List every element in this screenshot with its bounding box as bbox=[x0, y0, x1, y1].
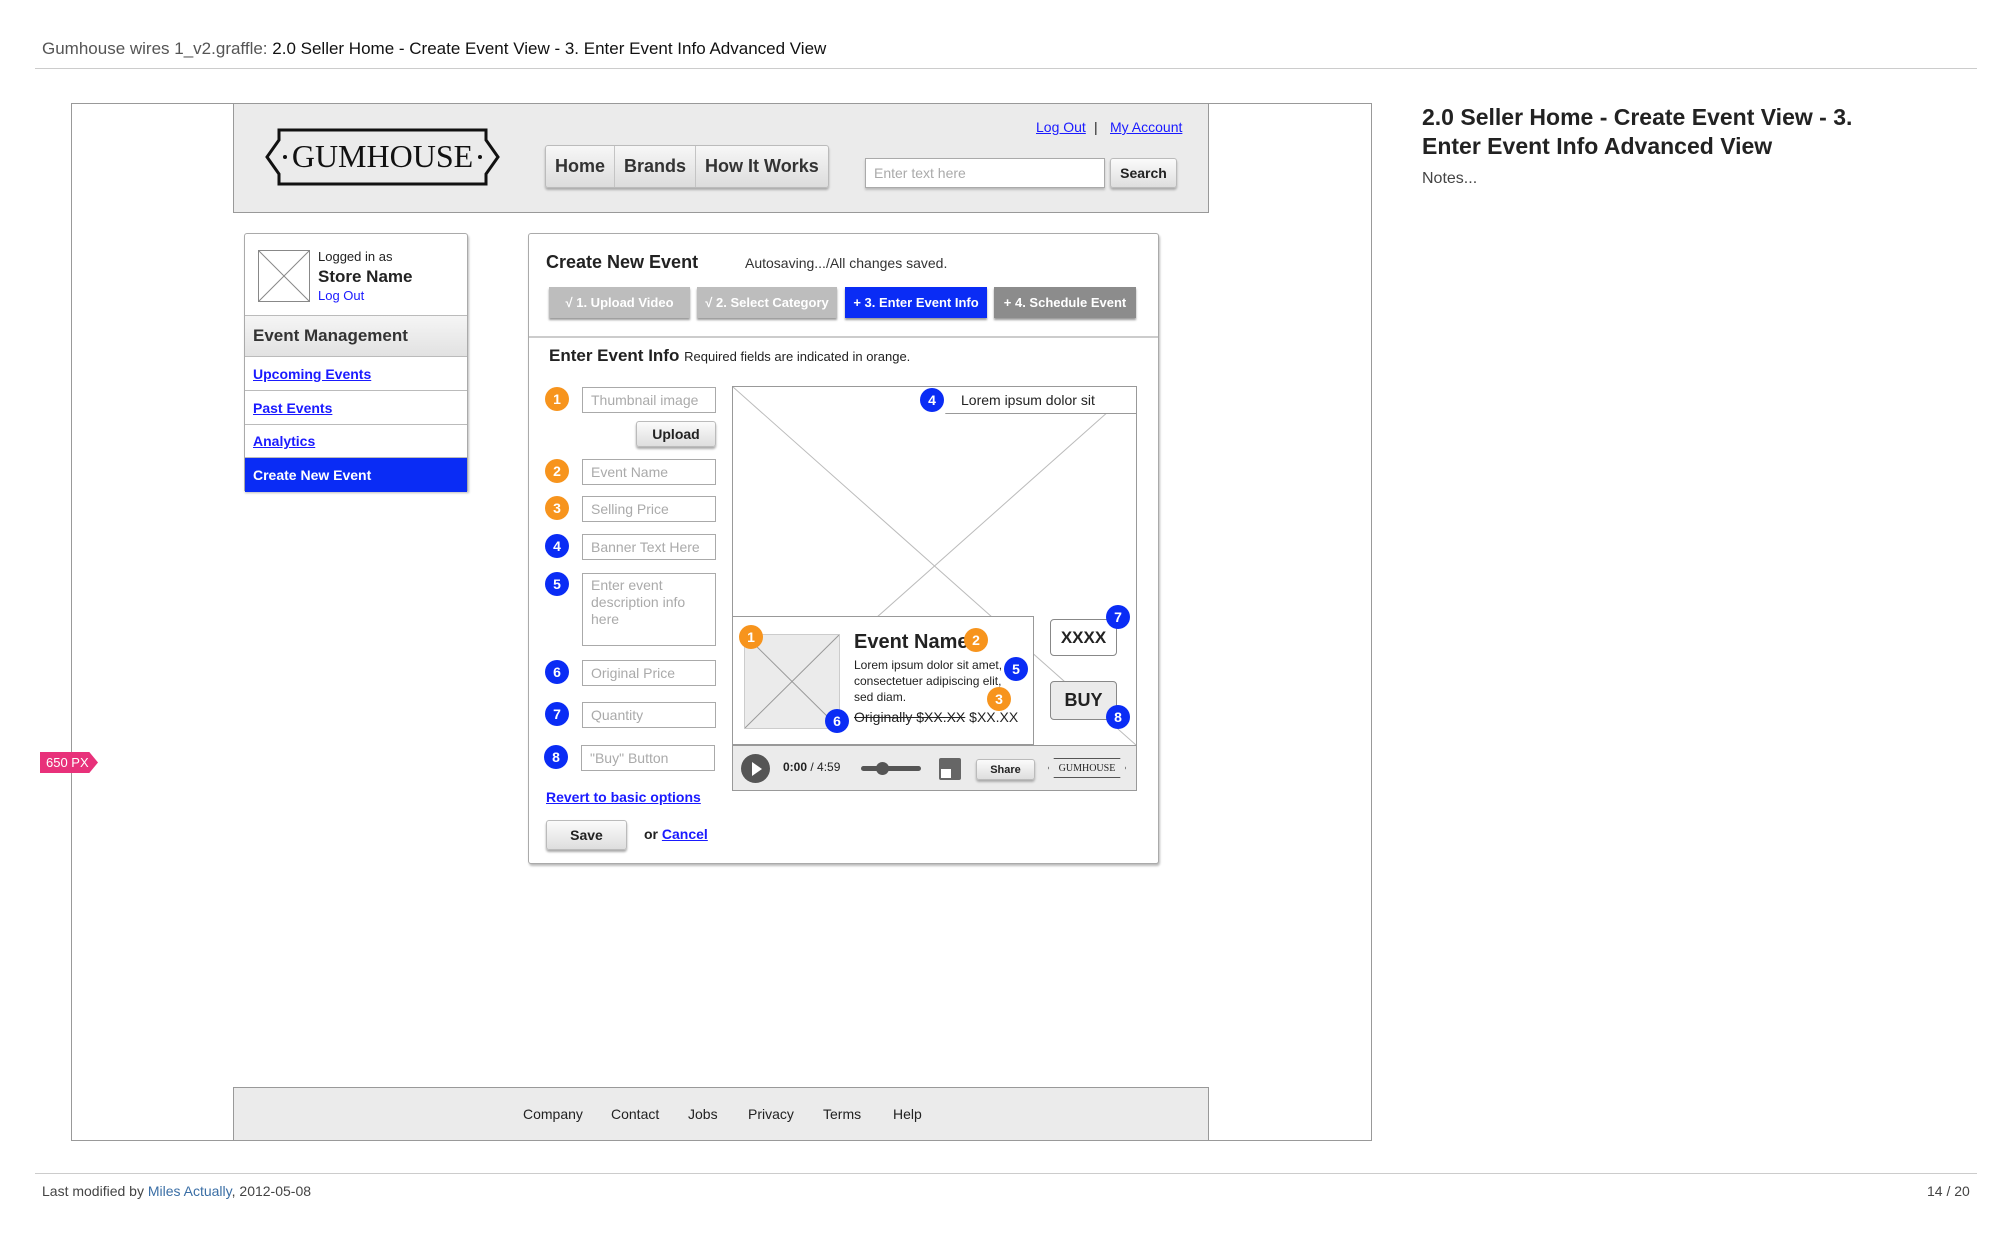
section-heading: Event Management bbox=[245, 315, 467, 356]
logged-in-label: Logged in as bbox=[318, 249, 393, 264]
separator: | bbox=[1094, 119, 1098, 135]
logout-link[interactable]: Log Out bbox=[1036, 119, 1086, 135]
badge-3: 3 bbox=[545, 496, 569, 520]
page-number: 14 / 20 bbox=[1927, 1183, 1970, 1199]
sidebar-item-create[interactable]: Create New Event bbox=[245, 457, 467, 492]
store-name: Store Name bbox=[318, 267, 413, 286]
badge-3: 3 bbox=[987, 687, 1011, 711]
step-schedule-event[interactable]: + 4. Schedule Event bbox=[994, 287, 1136, 318]
badge-5: 5 bbox=[1004, 657, 1028, 681]
sidebar-item-analytics[interactable]: Analytics bbox=[245, 424, 467, 457]
save-button[interactable]: Save bbox=[546, 820, 627, 850]
preview-price: $XX.XX bbox=[969, 709, 1019, 725]
fullscreen-icon[interactable] bbox=[939, 758, 961, 780]
footer-link-privacy[interactable]: Privacy bbox=[748, 1106, 794, 1122]
preview-info-box: Event Name Lorem ipsum dolor sit amet, c… bbox=[733, 616, 1034, 745]
divider bbox=[529, 336, 1158, 338]
footer-link-help[interactable]: Help bbox=[893, 1106, 922, 1122]
divider bbox=[35, 1173, 1977, 1174]
volume-knob[interactable] bbox=[876, 762, 889, 775]
sidebar-item-upcoming[interactable]: Upcoming Events bbox=[245, 356, 467, 390]
badge-1: 1 bbox=[739, 625, 763, 649]
duration: / 4:59 bbox=[810, 760, 841, 774]
player-logo: GUMHOUSE bbox=[1048, 758, 1126, 778]
preview-event-name: Event Name bbox=[854, 631, 969, 653]
footer-link-jobs[interactable]: Jobs bbox=[688, 1106, 718, 1122]
revert-link[interactable]: Revert to basic options bbox=[546, 789, 701, 805]
site-footer: Company Contact Jobs Privacy Terms Help bbox=[233, 1087, 1209, 1141]
nav-how-it-works[interactable]: How It Works bbox=[696, 146, 828, 187]
badge-1: 1 bbox=[545, 387, 569, 411]
badge-5: 5 bbox=[545, 572, 569, 596]
footer-link-contact[interactable]: Contact bbox=[611, 1106, 659, 1122]
autosave-status: Autosaving.../All changes saved. bbox=[745, 255, 948, 271]
preview-banner: Lorem ipsum dolor sit bbox=[945, 387, 1136, 414]
divider bbox=[35, 68, 1977, 69]
section-title: Enter Event Info Required fields are ind… bbox=[549, 346, 911, 365]
badge-4: 4 bbox=[920, 388, 944, 412]
notes-text: Notes... bbox=[1422, 170, 1478, 187]
selling-price-input[interactable]: Selling Price bbox=[582, 496, 716, 522]
nav-home[interactable]: Home bbox=[546, 146, 616, 187]
thumbnail-input[interactable]: Thumbnail image bbox=[582, 387, 716, 413]
main-nav: Home Brands How It Works bbox=[545, 145, 829, 188]
play-icon[interactable] bbox=[741, 754, 770, 783]
badge-4: 4 bbox=[545, 534, 569, 558]
step-upload-video[interactable]: √ 1. Upload Video bbox=[549, 287, 690, 318]
badge-6: 6 bbox=[545, 660, 569, 684]
avatar bbox=[258, 250, 310, 302]
banner-text-input[interactable]: Banner Text Here bbox=[582, 534, 716, 560]
event-name-input[interactable]: Event Name bbox=[582, 459, 716, 485]
buy-button-input[interactable]: "Buy" Button bbox=[581, 745, 715, 771]
document-title: Gumhouse wires 1_v2.graffle: 2.0 Seller … bbox=[42, 39, 827, 58]
last-modified: Last modified by Miles Actually, 2012-05… bbox=[42, 1183, 312, 1199]
quantity-input[interactable]: Quantity bbox=[582, 702, 716, 728]
badge-2: 2 bbox=[964, 628, 988, 652]
badge-7: 7 bbox=[1106, 605, 1130, 629]
search-input[interactable]: Enter text here bbox=[865, 158, 1105, 188]
original-price-input[interactable]: Original Price bbox=[582, 660, 716, 686]
create-event-panel: Create New Event Autosaving.../All chang… bbox=[528, 233, 1159, 864]
upload-button[interactable]: Upload bbox=[636, 421, 716, 447]
badge-8: 8 bbox=[544, 745, 568, 769]
or-label: or bbox=[644, 826, 658, 842]
badge-8: 8 bbox=[1106, 705, 1130, 729]
footer-link-company[interactable]: Company bbox=[523, 1106, 583, 1122]
event-preview: Lorem ipsum dolor sit 4 Event Name Lorem… bbox=[732, 386, 1137, 791]
sidebar-logout-link[interactable]: Log Out bbox=[318, 288, 364, 303]
badge-2: 2 bbox=[545, 459, 569, 483]
search-button[interactable]: Search bbox=[1110, 158, 1177, 188]
notes-title: 2.0 Seller Home - Create Event View - 3.… bbox=[1422, 104, 1853, 159]
volume-slider[interactable] bbox=[861, 762, 921, 775]
badge-7: 7 bbox=[545, 702, 569, 726]
share-button[interactable]: Share bbox=[976, 759, 1035, 780]
nav-brands[interactable]: Brands bbox=[615, 146, 697, 187]
step-select-category[interactable]: √ 2. Select Category bbox=[697, 287, 837, 318]
panel-title: Create New Event bbox=[546, 252, 699, 272]
sidebar-item-past[interactable]: Past Events bbox=[245, 390, 467, 424]
footer-link-terms[interactable]: Terms bbox=[823, 1106, 861, 1122]
description-textarea[interactable]: Enter event description info here bbox=[582, 573, 716, 646]
current-time: 0:00 bbox=[783, 760, 808, 774]
cancel-link[interactable]: Cancel bbox=[662, 826, 708, 842]
px-tag: 650 PX bbox=[40, 752, 98, 773]
my-account-link[interactable]: My Account bbox=[1110, 119, 1182, 135]
step-enter-event-info[interactable]: + 3. Enter Event Info bbox=[845, 287, 987, 318]
preview-quantity: XXXX bbox=[1050, 619, 1117, 656]
preview-description: Lorem ipsum dolor sit amet, consectetuer… bbox=[854, 658, 1003, 704]
video-controls: 0:00 / 4:59 Share GUMHOUSE bbox=[733, 745, 1136, 790]
preview-original-price: Originally $XX.XX bbox=[854, 709, 966, 725]
gumhouse-logo[interactable]: GUMHOUSE bbox=[265, 128, 500, 186]
sidebar: Logged in as Store Name Log Out Event Ma… bbox=[244, 233, 468, 492]
badge-6: 6 bbox=[825, 709, 849, 733]
